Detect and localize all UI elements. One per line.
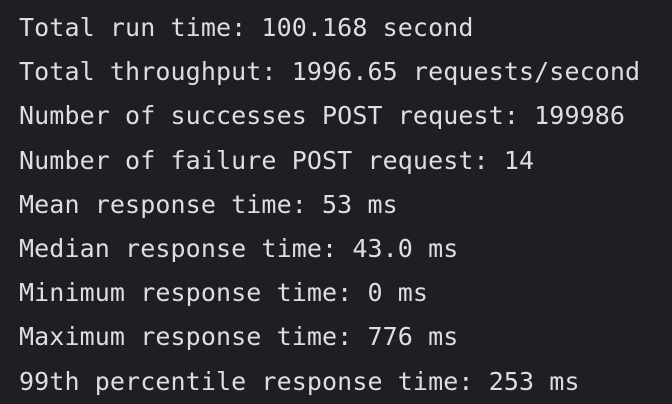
output-line-failures: Number of failure POST request: 14 bbox=[19, 145, 535, 175]
output-line-successes: Number of successes POST request: 199986 bbox=[19, 101, 626, 131]
console-output: Total run time: 100.168 second Total thr… bbox=[0, 0, 672, 400]
output-line-99th-percentile: 99th percentile response time: 253 ms bbox=[19, 366, 580, 396]
output-line-median-response: Median response time: 43.0 ms bbox=[19, 234, 459, 264]
output-line-total-throughput: Total throughput: 1996.65 requests/secon… bbox=[19, 57, 641, 87]
output-line-minimum-response: Minimum response time: 0 ms bbox=[19, 278, 429, 308]
output-line-total-run-time: Total run time: 100.168 second bbox=[19, 13, 474, 42]
output-line-mean-response: Mean response time: 53 ms bbox=[19, 189, 398, 219]
output-line-maximum-response: Maximum response time: 776 ms bbox=[19, 322, 459, 352]
